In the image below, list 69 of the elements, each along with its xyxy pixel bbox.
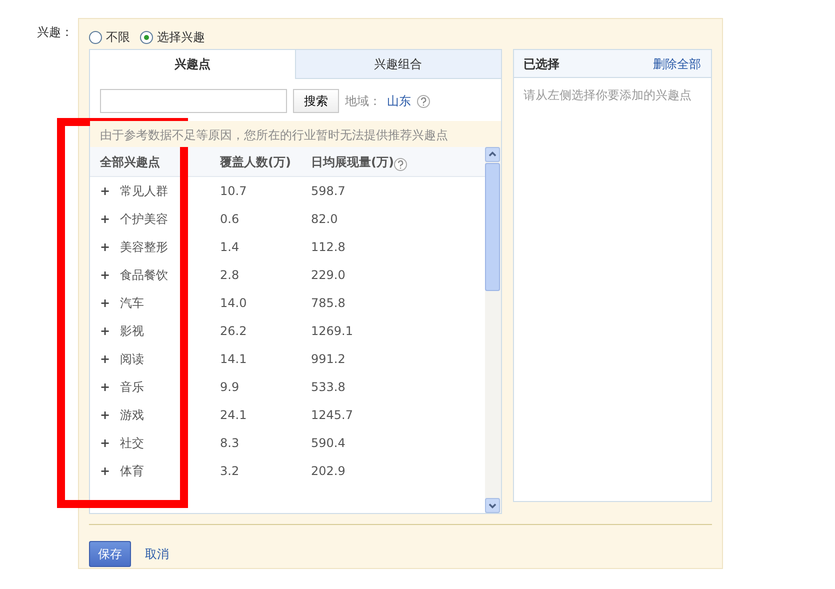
radio-label[interactable]: 选择兴趣	[157, 28, 205, 46]
interest-name: 游戏	[120, 407, 144, 424]
scroll-up-icon[interactable]	[485, 147, 500, 162]
expand-toggle[interactable]: +	[100, 434, 120, 452]
table-cell: 0.6	[220, 212, 240, 226]
interest-name: 社交	[120, 435, 144, 452]
table-cell: 14.1	[220, 352, 247, 366]
expand-toggle[interactable]: +	[100, 322, 120, 340]
interest-name: 音乐	[120, 379, 144, 396]
expand-toggle[interactable]: +	[100, 378, 120, 396]
radio-button[interactable]	[140, 30, 153, 44]
table-cell: 785.8	[311, 296, 346, 310]
expand-toggle[interactable]: +	[100, 210, 120, 228]
scrollbar[interactable]	[484, 147, 501, 513]
table-cell: 598.7	[311, 184, 346, 198]
interest-name: 个护美容	[120, 211, 168, 228]
expand-toggle[interactable]: +	[100, 350, 120, 368]
column-header: 全部兴趣点	[100, 154, 160, 170]
cancel-link[interactable]: 取消	[145, 545, 169, 563]
column-header: 覆盖人数(万)	[220, 154, 291, 170]
column-header: 日均展现量(万)	[311, 154, 394, 170]
help-icon[interactable]	[394, 158, 407, 171]
notice-text: 由于参考数据不足等原因，您所在的行业暂时无法提供推荐兴趣点	[100, 128, 448, 142]
table-cell: 1245.7	[311, 408, 353, 422]
radio-button[interactable]	[89, 30, 102, 44]
expand-toggle[interactable]: +	[100, 294, 120, 312]
table-cell: 3.2	[220, 464, 240, 478]
scroll-thumb[interactable]	[485, 163, 500, 291]
search-field[interactable]	[100, 89, 287, 113]
help-icon[interactable]	[417, 94, 430, 108]
table-cell: 112.8	[311, 240, 346, 254]
expand-toggle[interactable]: +	[100, 182, 120, 200]
scroll-down-icon[interactable]	[485, 498, 500, 513]
table-cell: 10.7	[220, 184, 247, 198]
interest-name: 常见人群	[120, 183, 168, 200]
table-cell: 533.8	[311, 380, 346, 394]
table-cell: 202.9	[311, 464, 346, 478]
table-cell: 590.4	[311, 436, 346, 450]
region-link[interactable]: 山东	[387, 92, 411, 110]
table-cell: 2.8	[220, 268, 240, 282]
table-cell: 991.2	[311, 352, 346, 366]
expand-toggle[interactable]: +	[100, 238, 120, 256]
empty-hint: 请从左侧选择你要添加的兴趣点	[522, 87, 693, 104]
search-button[interactable]: 搜索	[293, 89, 339, 113]
table-cell: 26.2	[220, 324, 247, 338]
save-button[interactable]: 保存	[89, 541, 131, 567]
table-cell: 8.3	[220, 436, 240, 450]
table-cell: 1269.1	[311, 324, 353, 338]
expand-toggle[interactable]: +	[100, 266, 120, 284]
interest-name: 汽车	[120, 295, 144, 312]
interest-name: 美容整形	[120, 239, 168, 256]
interest-name: 食品餐饮	[120, 267, 168, 284]
expand-toggle[interactable]: +	[100, 406, 120, 424]
clear-all-link[interactable]: 删除全部	[653, 54, 701, 72]
table-cell: 14.0	[220, 296, 247, 310]
selected-title: 已选择	[524, 56, 560, 72]
interest-name: 影视	[120, 323, 144, 340]
table-cell: 229.0	[311, 268, 346, 282]
table-cell: 24.1	[220, 408, 247, 422]
table-cell: 1.4	[220, 240, 240, 254]
field-label: 兴趣：	[37, 24, 74, 41]
expand-toggle[interactable]: +	[100, 462, 120, 480]
radio-label[interactable]: 不限	[106, 28, 130, 46]
interest-name: 阅读	[120, 351, 144, 368]
table-cell: 82.0	[311, 212, 338, 226]
region-label: 地域：	[345, 93, 381, 110]
table-cell: 9.9	[220, 380, 240, 394]
interest-name: 体育	[120, 463, 144, 480]
tab[interactable]: 兴趣组合	[294, 50, 501, 79]
